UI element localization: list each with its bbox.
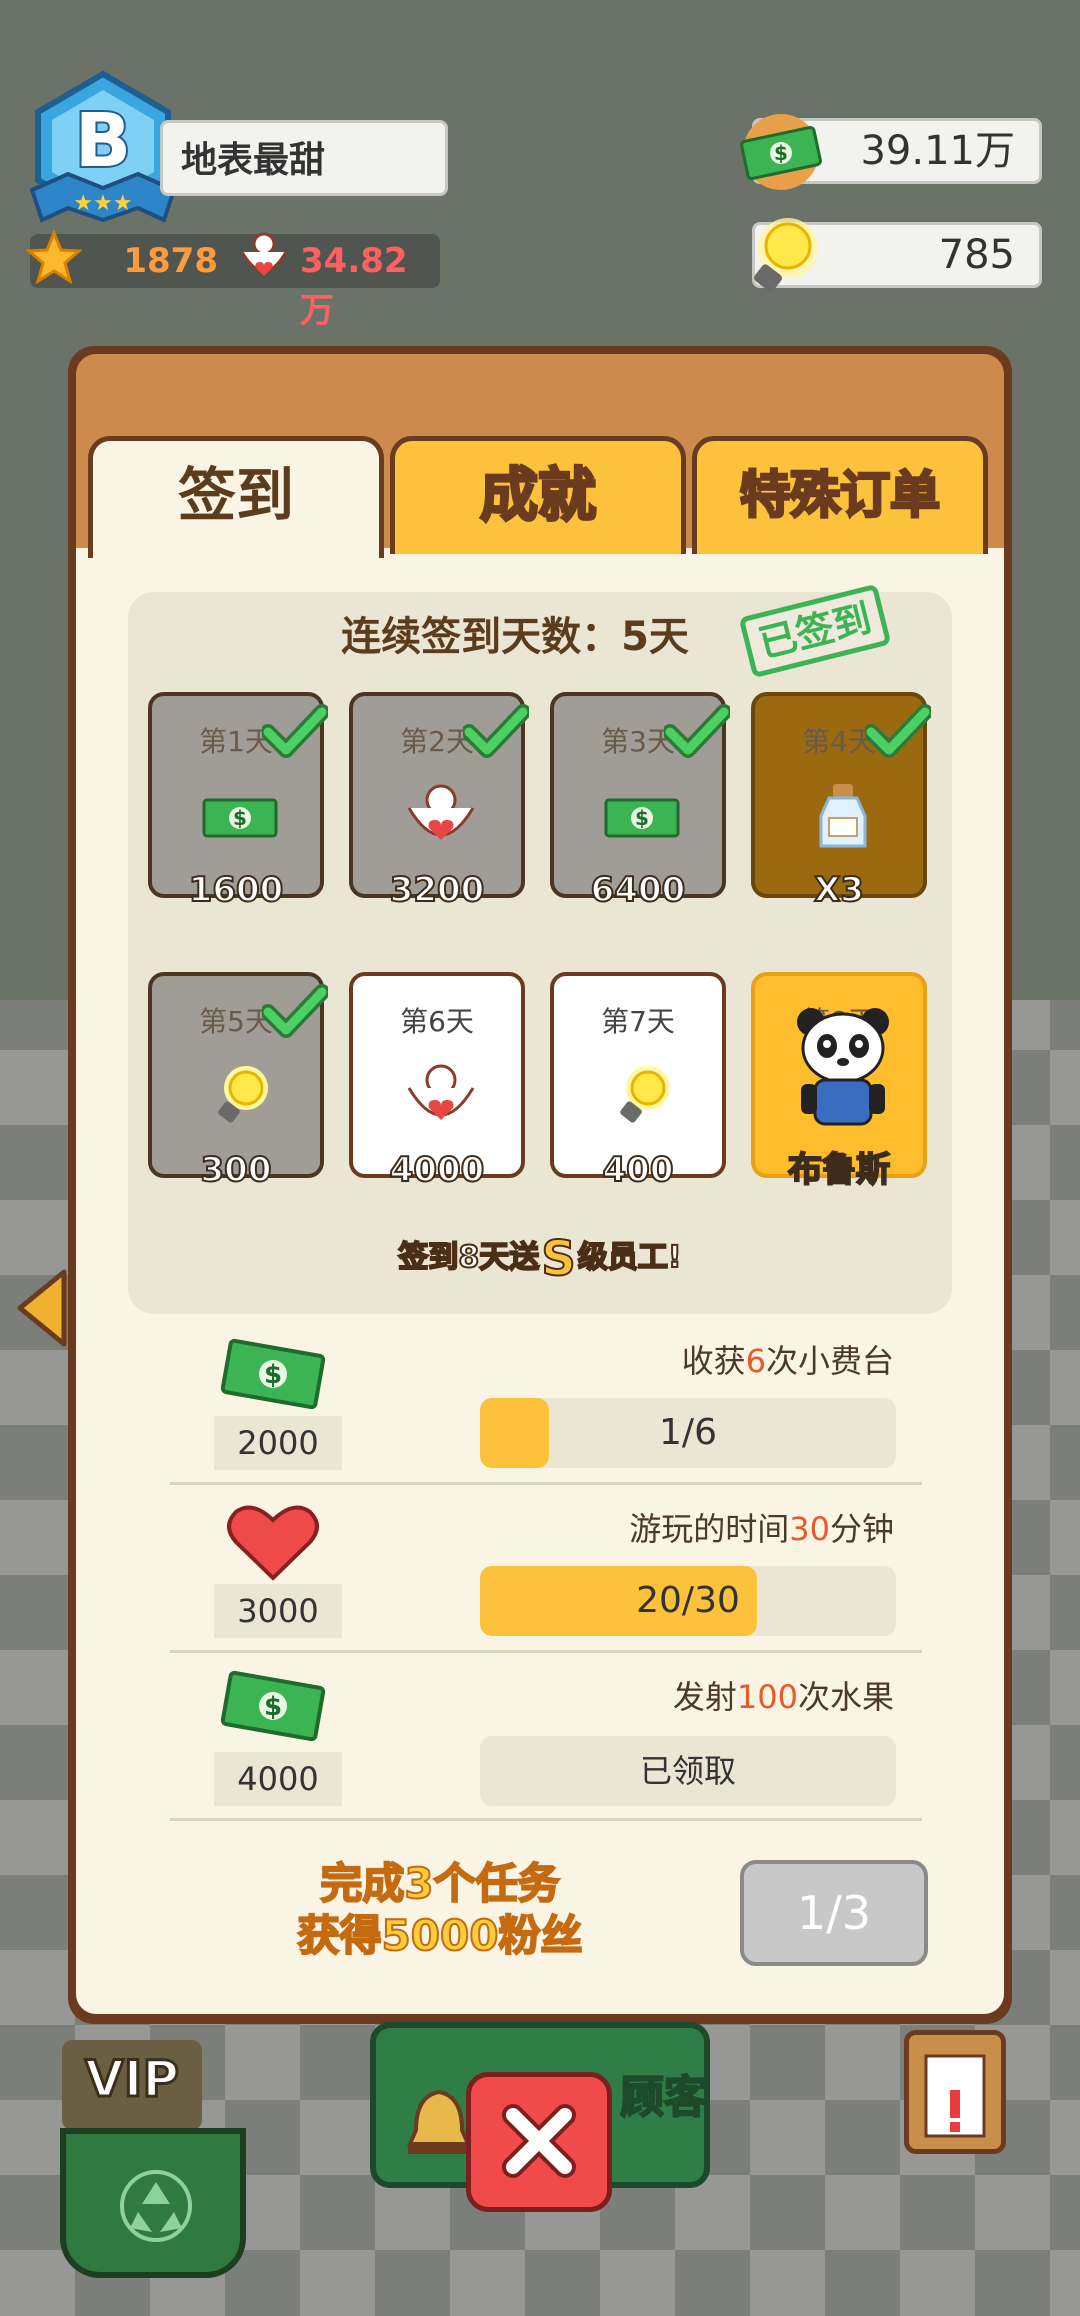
bonus-text-before: 签到8天送 <box>397 1239 540 1276</box>
task-title: 发射100次水果 <box>560 1672 894 1722</box>
customer-label: 顾客 <box>619 2071 709 2124</box>
tab-special-orders[interactable]: 特殊订单 <box>692 436 988 554</box>
task-title: 收获6次小费台 <box>560 1336 894 1386</box>
bottle-icon <box>819 784 867 848</box>
check-icon <box>262 984 328 1038</box>
task-title-text: 次小费台 <box>765 1342 894 1380</box>
fans-count: 34.82万 <box>300 241 408 331</box>
task-count: 30 <box>789 1510 830 1548</box>
rank-badge-icon[interactable]: B ★★★ <box>28 70 178 230</box>
task-title: 游玩的时间30分钟 <box>560 1504 894 1554</box>
fans-icon <box>407 1064 475 1120</box>
bell-icon <box>406 2089 472 2154</box>
day-label: 第7天 <box>601 1005 675 1038</box>
task-count: 100 <box>736 1678 798 1716</box>
day-card-6[interactable]: 第6天 4000 <box>349 972 525 1191</box>
check-icon <box>664 704 730 758</box>
footer-line-1: 完成3个任务 <box>319 1858 560 1909</box>
bonus-text-after: 级员工! <box>577 1239 683 1276</box>
divider <box>170 1818 922 1821</box>
close-icon <box>502 2104 576 2178</box>
day-card-8[interactable]: 第8天 布鲁斯 <box>751 972 927 1191</box>
task-reward: 2000 <box>214 1416 342 1470</box>
player-name: 地表最甜 <box>160 120 448 196</box>
footer-line-2: 获得5000粉丝 <box>297 1910 584 1961</box>
svg-text:$: $ <box>635 806 649 830</box>
recycle-icon <box>120 2170 192 2242</box>
vip-label: VIP <box>84 2049 181 2110</box>
task-progress-bar: 1/6 <box>480 1398 896 1468</box>
cash-icon: $ <box>202 798 278 838</box>
panda-staff-icon <box>797 1008 889 1126</box>
tab-achievements[interactable]: 成就 <box>390 436 686 554</box>
task-reward: 4000 <box>214 1752 342 1806</box>
left-arrow-icon[interactable] <box>14 1268 74 1348</box>
star-count: 1878 <box>123 241 218 281</box>
tab-checkin[interactable]: 签到 <box>88 436 384 558</box>
svg-text:B: B <box>75 98 131 184</box>
reward-value: 400 <box>602 1149 675 1191</box>
fans-icon <box>407 784 475 840</box>
fans-icon <box>240 232 288 276</box>
svg-text:★★★: ★★★ <box>73 191 132 216</box>
task-title-text: 次水果 <box>797 1678 894 1716</box>
cash-icon: $ <box>220 1670 326 1742</box>
day-label: 第6天 <box>400 1005 474 1038</box>
svg-text:$: $ <box>264 1692 282 1722</box>
svg-text:$: $ <box>774 141 788 165</box>
task-count: 6 <box>745 1342 766 1380</box>
cash-icon[interactable]: $ <box>738 112 824 192</box>
task-title-text: 分钟 <box>829 1510 894 1548</box>
check-icon <box>865 704 931 758</box>
checkin-bonus-note: 签到8天送S级员工! <box>300 1230 780 1288</box>
alert-icon <box>924 2054 986 2138</box>
reward-value: 布鲁斯 <box>787 1149 891 1191</box>
reward-value: 4000 <box>389 1149 486 1191</box>
lightbulb-icon[interactable] <box>742 214 822 298</box>
task-progress-bar: 20/30 <box>480 1566 896 1636</box>
check-icon <box>463 704 529 758</box>
claim-reward-button[interactable]: 1/3 <box>740 1860 928 1966</box>
reward-value: 6400 <box>590 869 687 911</box>
divider <box>170 1482 922 1485</box>
divider <box>170 1650 922 1653</box>
task-completion-reward: 完成3个任务 获得5000粉丝 <box>230 1858 650 1974</box>
check-icon <box>262 704 328 758</box>
task-reward: 3000 <box>214 1584 342 1638</box>
lightbulb-icon <box>620 1066 670 1123</box>
s-grade-icon: S <box>540 1230 577 1288</box>
claimed-status: 已领取 <box>480 1736 896 1806</box>
heart-icon <box>227 1505 319 1581</box>
svg-text:$: $ <box>233 806 247 830</box>
svg-text:$: $ <box>264 1360 282 1390</box>
progress-text: 1/6 <box>659 1412 717 1453</box>
streak-text: 连续签到天数：5天 <box>341 614 689 660</box>
star-icon <box>26 230 82 285</box>
reward-value: 300 <box>200 1149 273 1191</box>
lightbulb-icon <box>218 1066 268 1123</box>
reward-value: 1600 <box>188 869 285 911</box>
cash-icon: $ <box>220 1338 326 1410</box>
cash-icon: $ <box>604 798 680 838</box>
reward-value: X3 <box>813 869 865 911</box>
close-button[interactable] <box>466 2072 612 2212</box>
task-title-text: 发射 <box>672 1678 737 1716</box>
task-title-text: 游玩的时间 <box>629 1510 790 1548</box>
progress-text: 20/30 <box>636 1580 740 1621</box>
reward-value: 3200 <box>389 869 486 911</box>
day-card-7[interactable]: 第7天 400 <box>550 972 726 1191</box>
task-title-text: 收获 <box>681 1342 746 1380</box>
